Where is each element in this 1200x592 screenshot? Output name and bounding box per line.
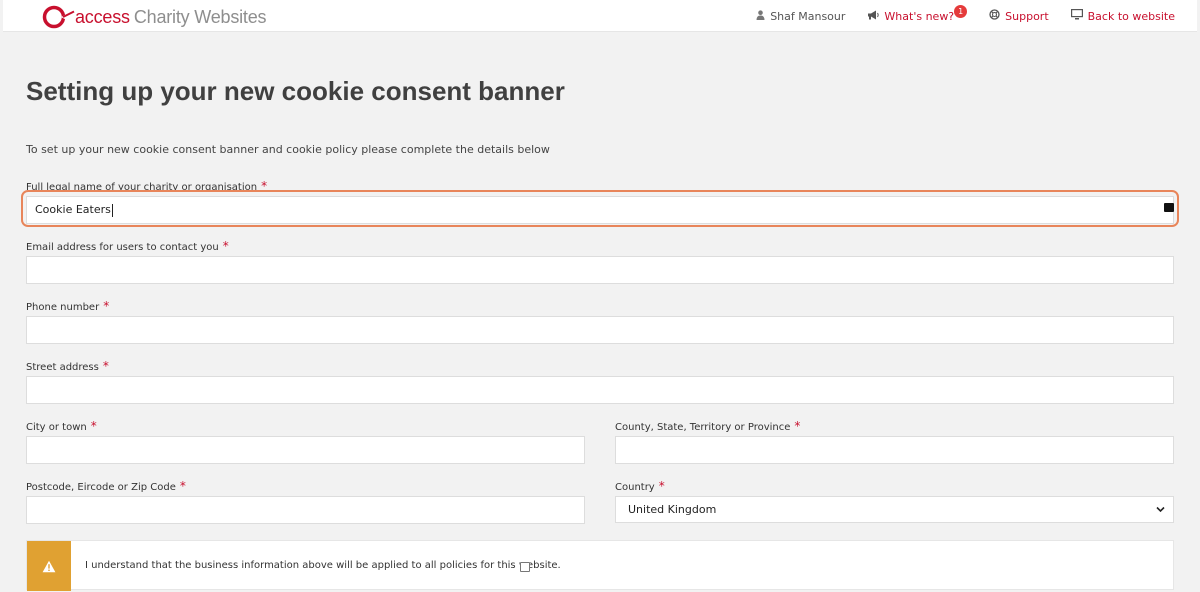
brand-wordmark: access Charity Websites [75,6,267,28]
warning-panel [27,541,71,591]
county-label-text: County, State, Territory or Province [615,422,791,433]
country-selected-value: United Kingdom [628,503,717,516]
street-input[interactable] [26,376,1174,404]
nav-whats-new-label: What's new? [884,9,955,23]
nav-back-to-website[interactable]: Back to website [1070,9,1175,23]
city-label-text: City or town [26,422,87,433]
monitor-icon [1070,9,1083,23]
street-label: Street address * [26,359,109,373]
city-input[interactable] [26,436,585,464]
postcode-label: Postcode, Eircode or Zip Code * [26,479,186,493]
acknowledge-checkbox[interactable] [520,562,530,572]
user-icon [756,9,765,23]
email-input[interactable] [26,256,1174,284]
nav-whats-new[interactable]: What's new? 1 [867,4,968,23]
country-label-text: Country [615,482,655,493]
legal-name-value: Cookie Eaters [35,203,111,216]
access-logo-icon [42,5,75,29]
policy-notice: I understand that the business informati… [26,540,1174,591]
required-mark: * [179,479,186,493]
text-caret [111,203,113,217]
required-mark: * [102,359,109,373]
legal-name-input[interactable]: Cookie Eaters [26,196,1174,224]
street-label-text: Street address [26,362,99,373]
brand-name-charity: Charity Websites [133,6,267,27]
brand-logo[interactable]: access Charity Websites [41,4,267,30]
required-mark: * [222,239,229,253]
city-label: City or town * [26,419,97,433]
lifebuoy-icon [989,9,1000,23]
warning-icon [42,560,56,572]
country-label: Country * [615,479,665,493]
nav-back-label: Back to website [1087,9,1175,23]
notice-text: I understand that the business informati… [85,560,561,571]
county-input[interactable] [615,436,1174,464]
page-title: Setting up your new cookie consent banne… [26,76,565,106]
chevron-down-icon [1156,497,1165,532]
phone-input[interactable] [26,316,1174,344]
megaphone-icon [867,10,880,23]
top-bar: access Charity Websites Shaf Mansour What… [3,0,1197,32]
page-intro: To set up your new cookie consent banner… [26,143,550,156]
required-mark: * [90,419,97,433]
phone-label: Phone number * [26,299,109,313]
country-select[interactable]: United Kingdom [615,496,1174,523]
required-mark: * [103,299,110,313]
county-label: County, State, Territory or Province * [615,419,800,433]
nav-user-label: Shaf Mansour [770,9,846,23]
required-mark: * [658,479,665,493]
email-label: Email address for users to contact you * [26,239,229,253]
required-mark: * [794,419,801,433]
nav-support[interactable]: Support [989,9,1049,23]
nav-user[interactable]: Shaf Mansour [756,10,845,23]
phone-label-text: Phone number [26,302,100,313]
notification-badge: 1 [954,4,968,18]
postcode-input[interactable] [26,496,585,524]
postcode-label-text: Postcode, Eircode or Zip Code [26,482,176,493]
nav-support-label: Support [1005,9,1049,23]
keyboard-autofill-icon[interactable] [1164,203,1174,212]
email-label-text: Email address for users to contact you [26,242,219,253]
top-nav: Shaf Mansour What's new? 1 Support Back … [734,0,1175,32]
brand-name-access: access [75,6,130,27]
